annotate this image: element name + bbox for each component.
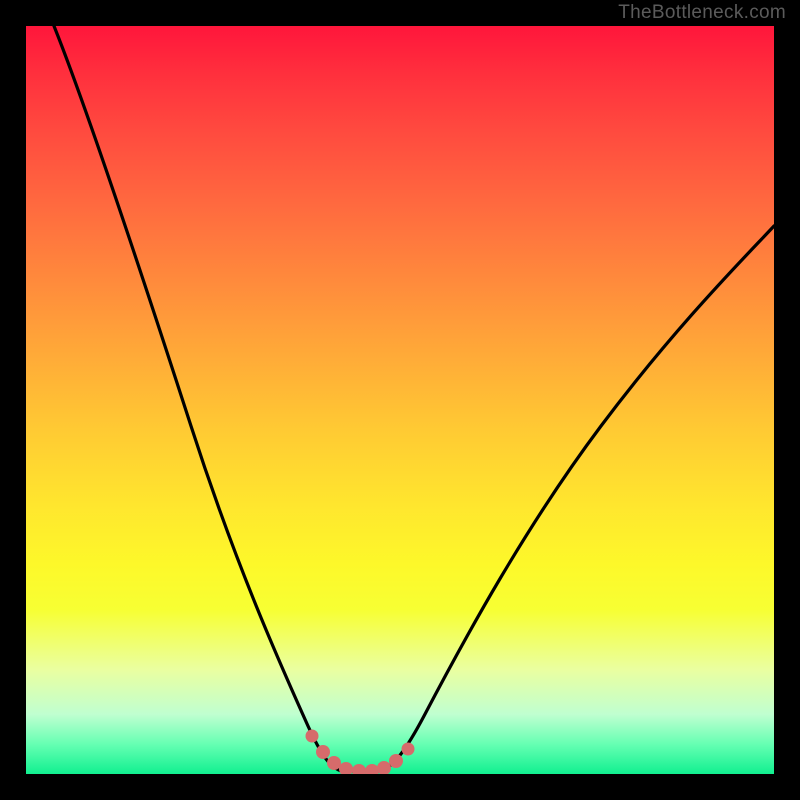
trough-markers-group [306,730,415,775]
bottleneck-curve [54,26,774,771]
trough-dot [316,745,330,759]
curve-layer [26,26,774,774]
trough-dot [327,756,341,770]
trough-dot [402,743,415,756]
watermark-text: TheBottleneck.com [618,2,786,24]
trough-dot [352,764,366,774]
trough-dot [377,761,391,774]
trough-dot [389,754,403,768]
plot-area [26,26,774,774]
chart-stage: TheBottleneck.com [0,0,800,800]
trough-dot [306,730,319,743]
trough-dot [365,764,379,774]
trough-dot [339,762,353,774]
